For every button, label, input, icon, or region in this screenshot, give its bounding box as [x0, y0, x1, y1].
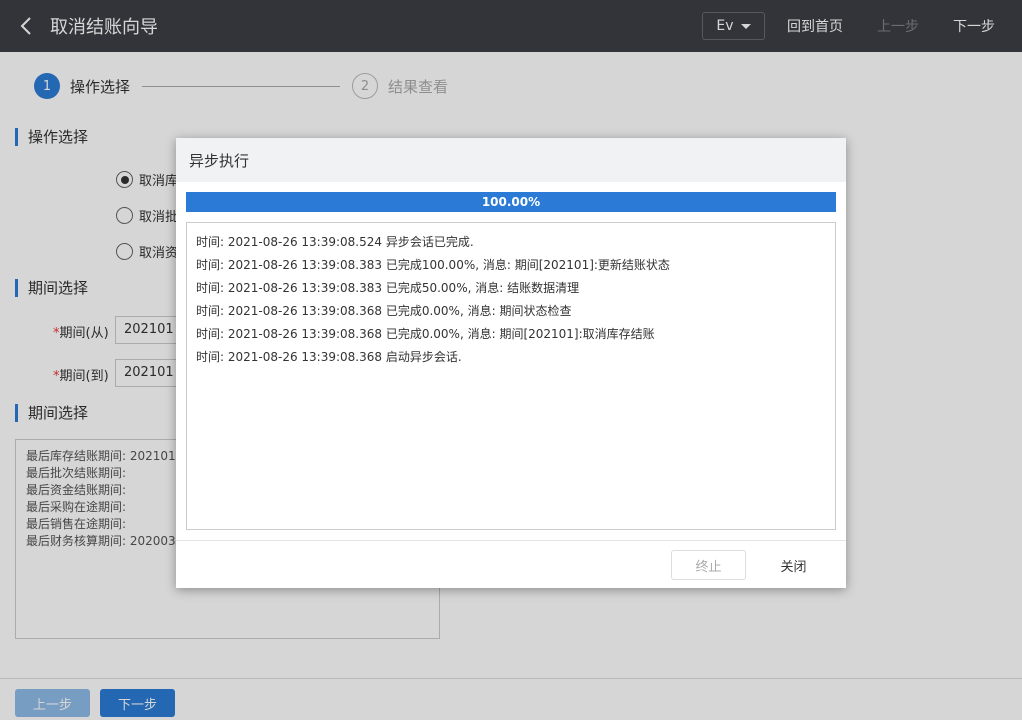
dialog-footer: 终止 关闭	[176, 540, 846, 588]
log-line: 时间: 2021-08-26 13:39:08.383 已完成50.00%, 消…	[196, 281, 580, 295]
execution-log[interactable]: 时间: 2021-08-26 13:39:08.524 异步会话已完成. 时间:…	[186, 222, 836, 530]
log-line: 时间: 2021-08-26 13:39:08.368 启动异步会话.	[196, 350, 462, 364]
log-line: 时间: 2021-08-26 13:39:08.368 已完成0.00%, 消息…	[196, 327, 655, 341]
stop-button[interactable]: 终止	[671, 550, 746, 580]
log-line: 时间: 2021-08-26 13:39:08.383 已完成100.00%, …	[196, 258, 670, 272]
log-line: 时间: 2021-08-26 13:39:08.368 已完成0.00%, 消息…	[196, 304, 572, 318]
progress-bar: 100.00%	[186, 192, 836, 212]
log-line: 时间: 2021-08-26 13:39:08.524 异步会话已完成.	[196, 235, 474, 249]
async-execution-dialog: 异步执行 100.00% 时间: 2021-08-26 13:39:08.524…	[176, 138, 846, 588]
progress-text: 100.00%	[481, 195, 541, 209]
close-button[interactable]: 关闭	[756, 550, 831, 580]
dialog-title: 异步执行	[176, 138, 846, 182]
